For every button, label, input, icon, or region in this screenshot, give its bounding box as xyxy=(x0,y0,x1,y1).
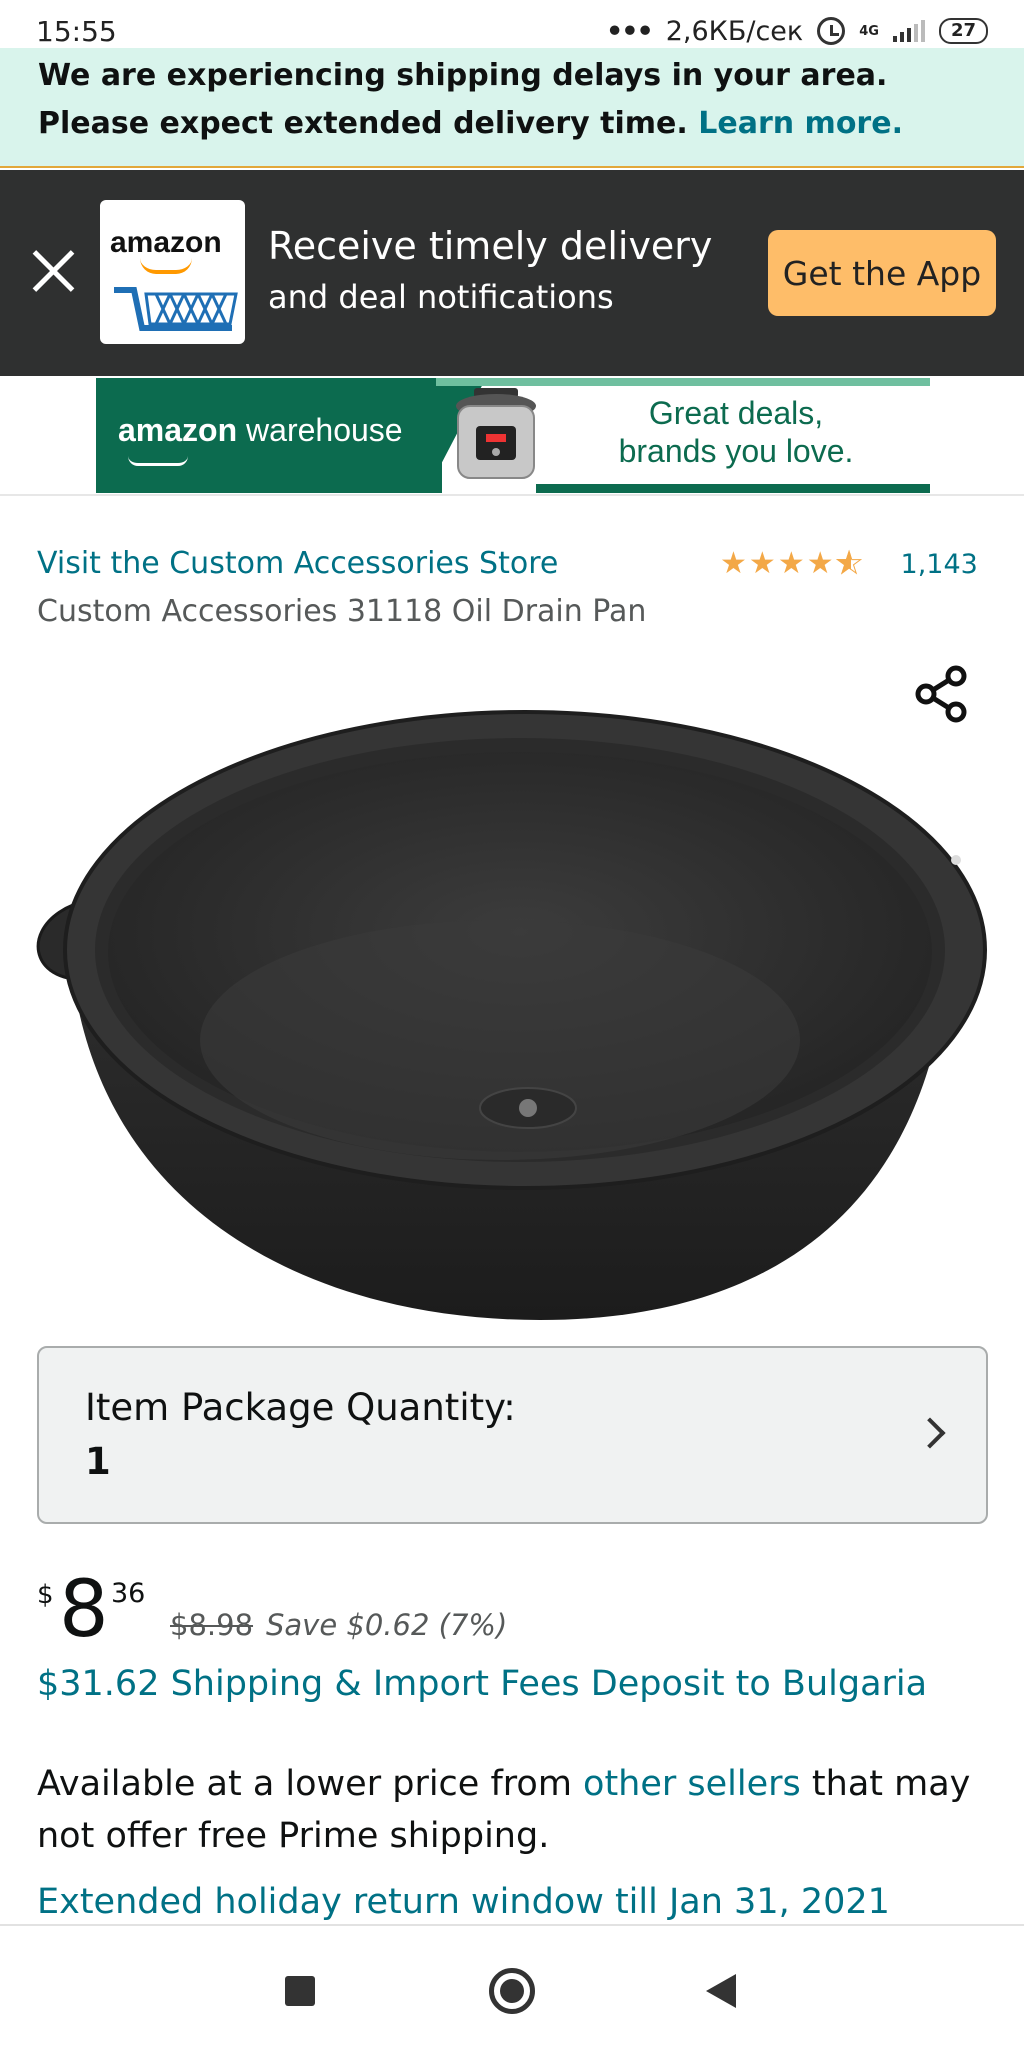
price-currency: $ xyxy=(37,1580,54,1610)
ad-stripe xyxy=(536,484,930,493)
home-icon[interactable] xyxy=(489,1968,535,2014)
pressure-cooker-icon xyxy=(456,388,536,479)
recents-icon[interactable] xyxy=(285,1976,315,2006)
amazon-app-logo: amazon xyxy=(100,200,245,344)
price-fraction: 36 xyxy=(111,1578,146,1609)
warehouse-ad-banner[interactable]: amazon warehouse Great deals, brands you… xyxy=(96,378,930,493)
alarm-icon xyxy=(817,17,846,45)
back-icon[interactable] xyxy=(706,1974,736,2008)
activity-dots-icon: ••• xyxy=(605,15,654,47)
battery-indicator: 27 xyxy=(938,18,988,44)
ad-tagline: Great deals, brands you love. xyxy=(556,394,916,470)
app-logo-word: amazon xyxy=(110,226,222,259)
warehouse-brand: amazon warehouse xyxy=(118,412,403,449)
app-promo-banner: amazon Receive timely delivery and deal … xyxy=(0,170,1024,376)
warehouse-brand-strong: amazon xyxy=(118,412,238,448)
list-price: $8.98 xyxy=(170,1608,254,1642)
availability-before: Available at a lower price from xyxy=(37,1764,584,1804)
savings-text: Save $0.62 (7%) xyxy=(266,1608,508,1642)
item-package-quantity-selector[interactable]: Item Package Quantity: 1 xyxy=(37,1346,988,1524)
star-icon: ★ xyxy=(748,546,776,581)
warehouse-brand-rest: warehouse xyxy=(237,412,403,448)
other-sellers-link[interactable]: other sellers xyxy=(583,1764,801,1804)
smile-icon xyxy=(128,456,188,466)
close-icon[interactable] xyxy=(26,244,80,298)
availability-text: Available at a lower price from other se… xyxy=(37,1758,987,1862)
learn-more-link[interactable]: Learn more. xyxy=(698,106,903,141)
smile-icon xyxy=(140,258,192,274)
price-whole: 8 xyxy=(59,1565,109,1655)
store-link[interactable]: Visit the Custom Accessories Store xyxy=(37,546,558,581)
ad-tagline-line2: brands you love. xyxy=(618,433,854,469)
get-app-button[interactable]: Get the App xyxy=(768,230,996,316)
shipping-delay-notice: We are experiencing shipping delays in y… xyxy=(0,48,1024,168)
cart-icon xyxy=(114,287,238,331)
shipping-fees-link[interactable]: $31.62 Shipping & Import Fees Deposit to… xyxy=(37,1664,927,1704)
star-icon: ★ xyxy=(777,546,805,581)
share-icon[interactable] xyxy=(912,664,972,724)
rating-count[interactable]: 1,143 xyxy=(901,549,978,580)
banner-subtitle: and deal notifications xyxy=(268,278,614,316)
ad-tagline-line1: Great deals, xyxy=(648,395,824,431)
product-title: Custom Accessories 31118 Oil Drain Pan xyxy=(37,594,647,629)
star-icon: ★ xyxy=(806,546,834,581)
product-rating[interactable]: ★ ★ ★ ★ ★ 1,143 xyxy=(720,546,978,581)
quantity-label: Item Package Quantity: xyxy=(85,1386,516,1429)
quantity-value: 1 xyxy=(85,1440,111,1483)
system-nav-bar xyxy=(0,1924,1024,2048)
half-star-icon: ★ xyxy=(835,546,863,581)
network-speed: 2,6КБ/сек xyxy=(665,15,804,47)
product-image[interactable] xyxy=(30,650,990,1320)
network-type: 4G xyxy=(859,23,879,39)
star-rating: ★ ★ ★ ★ ★ xyxy=(720,546,863,581)
signal-icon xyxy=(892,20,925,42)
warehouse-logo: amazon warehouse xyxy=(96,378,442,493)
status-indicators: ••• 2,6КБ/сек 4G 27 xyxy=(606,16,988,47)
star-icon: ★ xyxy=(720,546,747,581)
banner-title: Receive timely delivery xyxy=(268,224,713,268)
status-time: 15:55 xyxy=(36,14,117,48)
chevron-right-icon xyxy=(914,1417,946,1449)
divider xyxy=(0,494,1024,496)
return-window-link[interactable]: Extended holiday return window till Jan … xyxy=(37,1882,890,1922)
